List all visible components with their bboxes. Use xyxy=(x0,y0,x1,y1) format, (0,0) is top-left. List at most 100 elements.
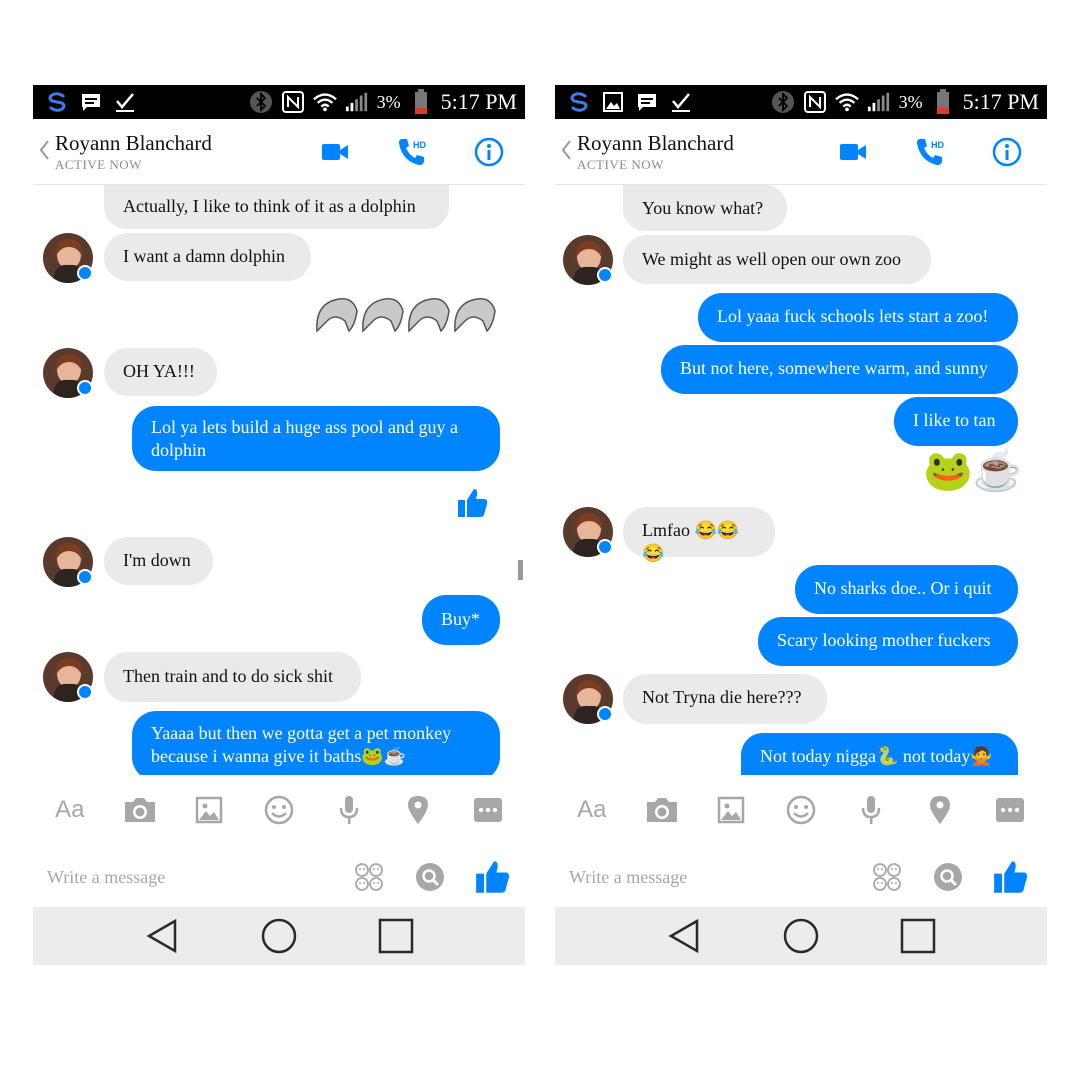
outgoing-message[interactable]: But not here, somewhere warm, and sunny xyxy=(661,345,1018,394)
back-chevron-icon[interactable] xyxy=(559,137,573,163)
status-bar: 3% 5:17 PM xyxy=(555,85,1047,119)
wifi-icon xyxy=(312,90,337,114)
video-call-icon[interactable] xyxy=(837,136,869,168)
clock: 5:17 PM xyxy=(962,89,1039,114)
messenger-badge-icon xyxy=(77,265,93,281)
more-options-icon[interactable] xyxy=(990,790,1030,830)
incoming-message[interactable]: OH YA!!! xyxy=(104,348,217,396)
info-icon[interactable] xyxy=(473,136,505,168)
outgoing-message[interactable]: Yaaaa but then we gotta get a pet monkey… xyxy=(132,711,500,775)
bluetooth-icon xyxy=(771,90,795,114)
signal-icon xyxy=(867,90,891,114)
outgoing-message[interactable]: Not today nigga🐍 not today🙅 xyxy=(741,733,1018,775)
hd-voice-call-icon[interactable]: HD xyxy=(915,136,947,168)
wifi-icon xyxy=(834,90,859,114)
message-list[interactable]: Actually, I like to think of it as a dol… xyxy=(33,185,525,775)
status-bar: 3% 5:17 PM xyxy=(33,85,525,119)
incoming-message[interactable]: I'm down xyxy=(104,537,213,585)
conversation-header: Royann Blanchard ACTIVE NOW HD xyxy=(33,119,525,185)
contact-name[interactable]: Royann Blanchard xyxy=(577,131,734,156)
nav-home-icon[interactable] xyxy=(259,916,299,956)
nav-home-icon[interactable] xyxy=(781,916,821,956)
incoming-message[interactable]: We might as well open our own zoo xyxy=(623,235,931,284)
emoji-icon[interactable] xyxy=(259,790,299,830)
stickers-icon[interactable] xyxy=(867,857,907,897)
location-pin-icon[interactable] xyxy=(398,790,438,830)
send-like-icon[interactable] xyxy=(473,857,513,897)
message-list[interactable]: You know what? We might as well open our… xyxy=(555,185,1047,775)
back-chevron-icon[interactable] xyxy=(37,137,51,163)
outgoing-message[interactable]: No sharks doe.. Or i quit xyxy=(795,565,1018,614)
camera-icon[interactable] xyxy=(120,790,160,830)
outgoing-message[interactable]: Lol yaaa fuck schools lets start a zoo! xyxy=(698,293,1018,342)
outgoing-message[interactable]: Buy* xyxy=(422,595,500,645)
like-thumbs-up-icon[interactable] xyxy=(457,487,489,524)
contact-name[interactable]: Royann Blanchard xyxy=(55,131,212,156)
video-call-icon[interactable] xyxy=(319,136,351,168)
messenger-badge-icon xyxy=(597,267,613,283)
nav-back-icon[interactable] xyxy=(664,916,704,956)
gif-search-icon[interactable] xyxy=(928,857,968,897)
dolphin-sticker[interactable] xyxy=(313,291,499,335)
download-check-icon xyxy=(669,90,693,114)
stickers-icon[interactable] xyxy=(349,857,389,897)
info-icon[interactable] xyxy=(991,136,1023,168)
gallery-icon[interactable] xyxy=(711,790,751,830)
emoji-icon[interactable] xyxy=(781,790,821,830)
messenger-badge-icon xyxy=(597,539,613,555)
outgoing-message[interactable]: Scary looking mother fuckers xyxy=(758,617,1018,666)
nfc-icon xyxy=(803,90,827,114)
outgoing-message[interactable]: Lol ya lets build a huge ass pool and gu… xyxy=(132,406,500,471)
message-notification-icon xyxy=(635,90,659,114)
text-format-button[interactable]: Aa xyxy=(50,790,90,830)
message-notification-icon xyxy=(79,90,103,114)
gif-search-icon[interactable] xyxy=(410,857,450,897)
gallery-icon[interactable] xyxy=(189,790,229,830)
active-status: ACTIVE NOW xyxy=(55,157,142,172)
conversation-header: Royann Blanchard ACTIVE NOW HD xyxy=(555,119,1047,185)
text-format-button[interactable]: Aa xyxy=(572,790,612,830)
right-screenshot: 3% 5:17 PM Royann Blanchard ACTIVE NOW H… xyxy=(555,85,1047,965)
frog-coffee-sticker[interactable]: 🐸☕ xyxy=(923,449,1023,493)
clock: 5:17 PM xyxy=(440,89,517,114)
messenger-badge-icon xyxy=(77,380,93,396)
incoming-message[interactable]: Then train and to do sick shit xyxy=(104,652,361,702)
composer xyxy=(33,845,525,907)
nav-recents-icon[interactable] xyxy=(898,916,938,956)
incoming-message[interactable]: Lmfao 😂😂😂 xyxy=(623,507,775,563)
camera-icon[interactable] xyxy=(642,790,682,830)
incoming-message[interactable]: Actually, I like to think of it as a dol… xyxy=(104,185,449,229)
messenger-badge-icon xyxy=(77,569,93,585)
battery-icon xyxy=(409,89,433,114)
hd-voice-call-icon[interactable]: HD xyxy=(397,136,429,168)
left-screenshot: 3% 5:17 PM Royann Blanchard ACTIVE NOW H… xyxy=(33,85,525,965)
location-pin-icon[interactable] xyxy=(920,790,960,830)
svg-text:HD: HD xyxy=(931,140,944,150)
nav-back-icon[interactable] xyxy=(142,916,182,956)
incoming-message[interactable]: You know what? xyxy=(623,185,787,231)
battery-icon xyxy=(931,89,955,114)
messenger-badge-icon xyxy=(77,684,93,700)
signal-icon xyxy=(345,90,369,114)
microphone-icon[interactable] xyxy=(851,790,891,830)
battery-percentage: 3% xyxy=(898,91,923,112)
nfc-icon xyxy=(281,90,305,114)
bluetooth-icon xyxy=(249,90,273,114)
nav-recents-icon[interactable] xyxy=(376,916,416,956)
system-navigation-bar xyxy=(555,907,1047,965)
composer-toolbar: Aa xyxy=(555,775,1047,845)
microphone-icon[interactable] xyxy=(329,790,369,830)
message-input[interactable] xyxy=(569,863,849,891)
messenger-badge-icon xyxy=(597,706,613,722)
svg-text:HD: HD xyxy=(413,140,426,150)
download-check-icon xyxy=(113,90,137,114)
more-options-icon[interactable] xyxy=(468,790,508,830)
scrollbar[interactable] xyxy=(518,560,523,580)
incoming-message[interactable]: I want a damn dolphin xyxy=(104,233,311,281)
outgoing-message[interactable]: I like to tan xyxy=(894,397,1018,446)
gallery-notification-icon xyxy=(601,90,625,114)
incoming-message[interactable]: Not Tryna die here??? xyxy=(623,674,827,724)
sync-app-icon xyxy=(567,90,591,114)
message-input[interactable] xyxy=(47,863,327,891)
send-like-icon[interactable] xyxy=(991,857,1031,897)
